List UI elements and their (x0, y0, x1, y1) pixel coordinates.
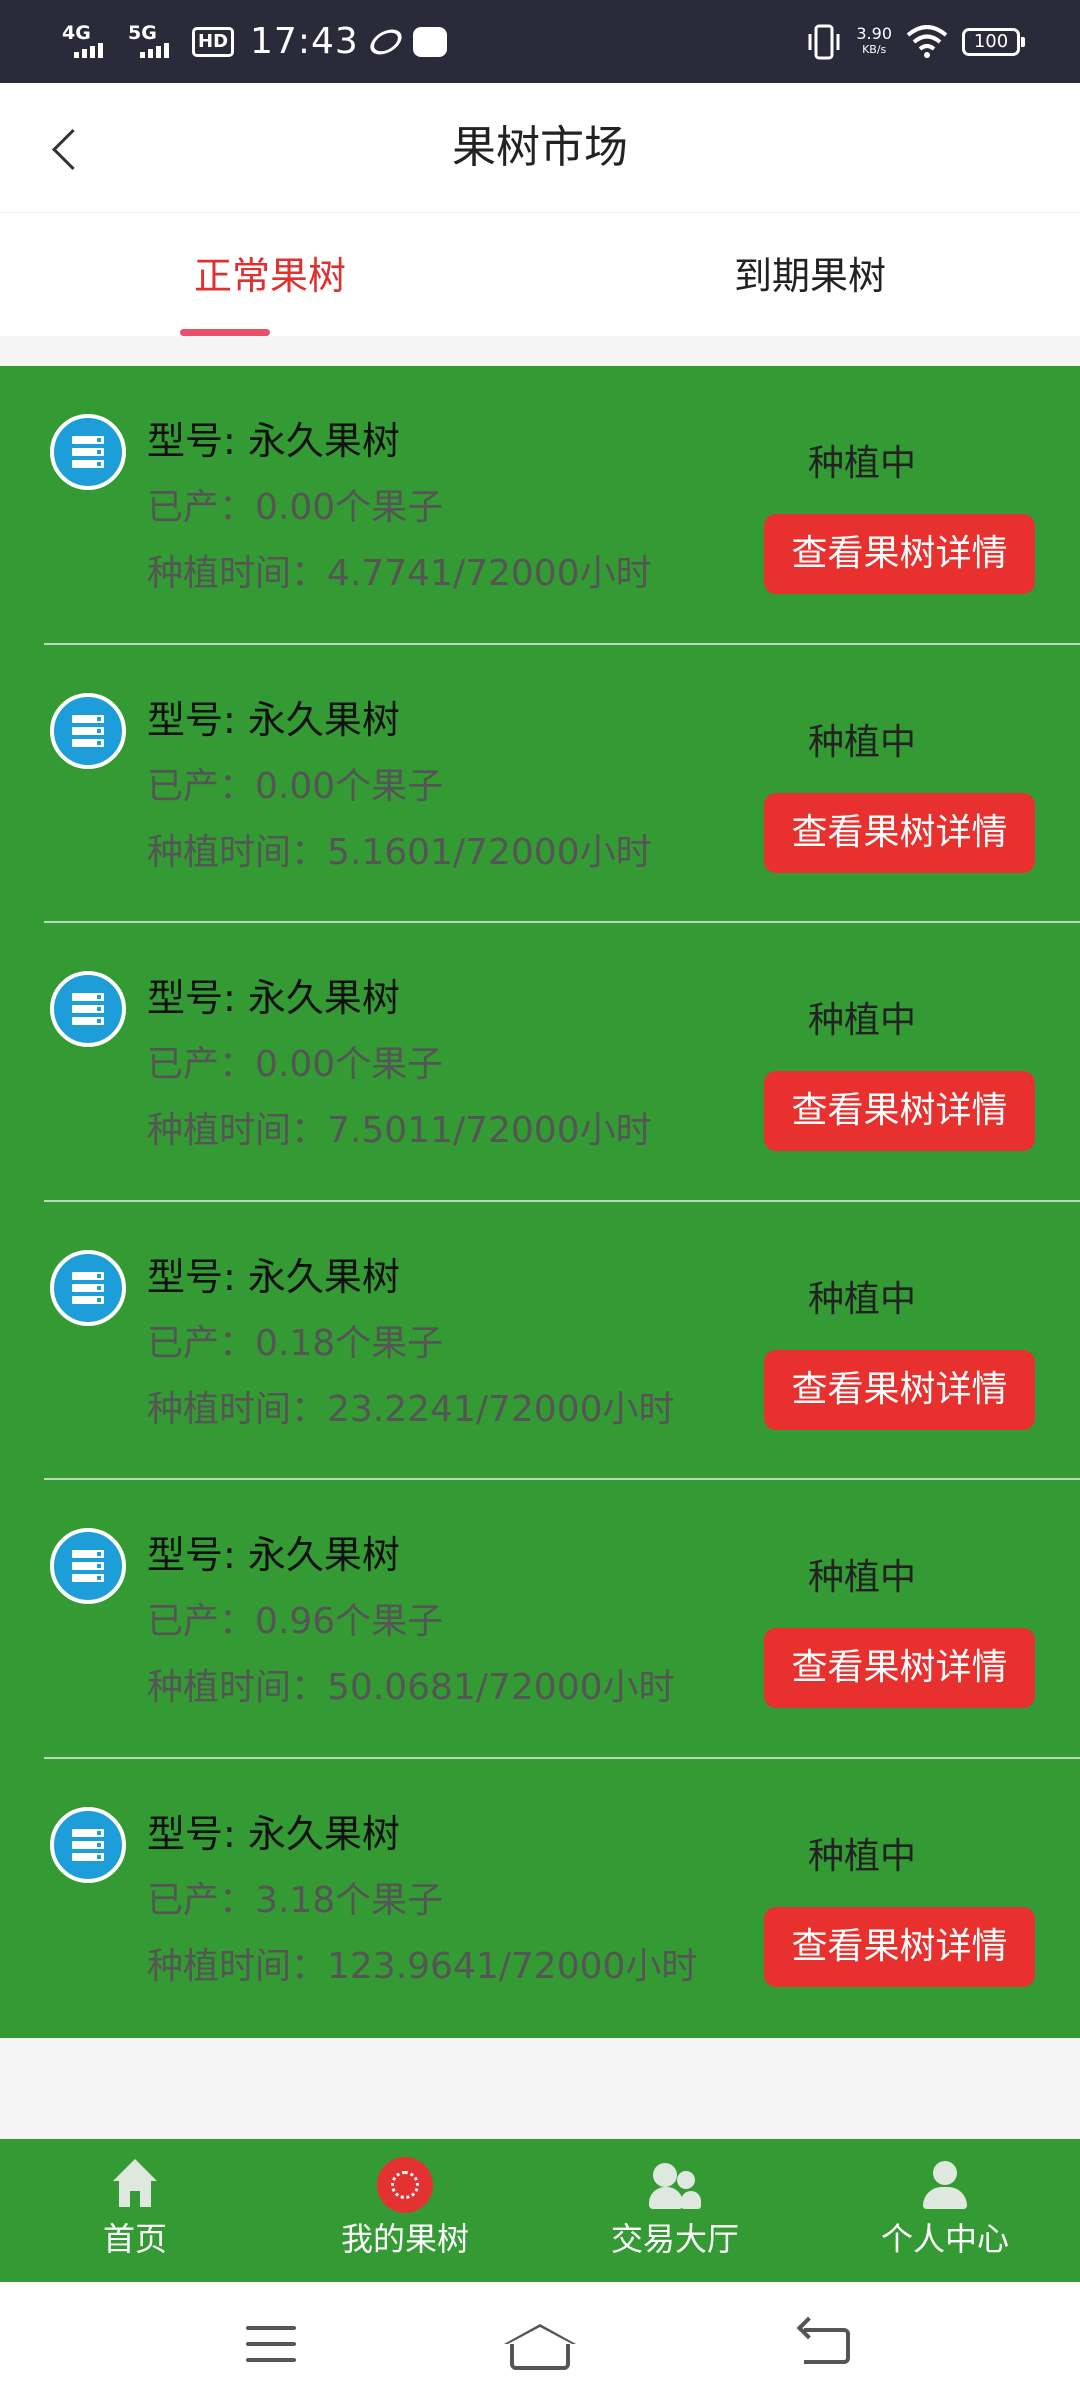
status-bar: 4G 5G HD 17:43 3.90 KB/s 100 (0, 0, 1080, 83)
tree-planting-time: 种植时间：7.5011/72000小时 (147, 1110, 652, 1152)
tree-produced: 已产：0.96个果子 (147, 1601, 444, 1643)
tree-list: 型号: 永久果树 已产：0.00个果子 种植时间：4.7741/72000小时 … (0, 366, 1080, 2038)
list-item: 型号: 永久果树 已产：0.00个果子 种植时间：4.7741/72000小时 … (0, 366, 1080, 645)
tree-model: 型号: 永久果树 (147, 976, 400, 1021)
battery-icon: 100 (962, 27, 1025, 56)
tree-produced: 已产：3.18个果子 (147, 1879, 444, 1921)
header: 果树市场 (0, 83, 1080, 213)
server-list-icon (50, 971, 126, 1048)
bottom-nav: 首页 我的果树 交易大厅 个人中心 (0, 2139, 1080, 2282)
trade-hall-icon (647, 2157, 703, 2213)
view-tree-details-button[interactable]: 查看果树详情 (764, 514, 1035, 594)
tree-produced: 已产：0.00个果子 (147, 765, 444, 807)
back-icon[interactable] (790, 2310, 870, 2380)
status-label: 种植中 (807, 1835, 916, 1877)
status-label: 种植中 (807, 721, 916, 763)
nav-label: 交易大厅 (610, 2220, 739, 2258)
tree-model: 型号: 永久果树 (147, 1533, 400, 1578)
clock: 17:43 (250, 21, 359, 62)
server-list-icon (50, 414, 126, 490)
hd-icon: HD (192, 26, 235, 57)
tab-label: 正常果树 (193, 254, 346, 298)
server-list-icon (50, 1806, 126, 1883)
network-label-4g: 4G (62, 21, 91, 44)
vibrate-icon (808, 24, 840, 59)
status-left: 4G 5G HD 17:43 (60, 0, 447, 83)
nav-label: 首页 (102, 2220, 167, 2258)
menu-icon[interactable] (232, 2310, 312, 2380)
tab-active-indicator (180, 329, 270, 336)
nav-my-trees[interactable]: 我的果树 (270, 2139, 540, 2282)
signal-4g-icon: 4G (60, 22, 116, 62)
tab-normal-trees[interactable]: 正常果树 (0, 213, 540, 336)
system-nav-bar (0, 2282, 1080, 2408)
status-label: 种植中 (807, 1000, 916, 1042)
home-icon (107, 2157, 163, 2213)
page-title: 果树市场 (452, 122, 628, 173)
app-notification-icon (365, 23, 406, 60)
nav-profile[interactable]: 个人中心 (810, 2139, 1080, 2282)
speed-unit: KB/s (862, 42, 887, 56)
nav-label: 我的果树 (340, 2220, 469, 2258)
signal-5g-icon: 5G (126, 22, 182, 62)
tree-produced: 已产：0.00个果子 (147, 487, 444, 528)
view-tree-details-button[interactable]: 查看果树详情 (764, 1628, 1035, 1709)
nav-trade-hall[interactable]: 交易大厅 (540, 2139, 810, 2282)
home-outline-icon[interactable] (500, 2310, 580, 2380)
page: 4G 5G HD 17:43 3.90 KB/s 100 果树市场 正常果树 到… (0, 0, 1080, 2408)
tree-planting-time: 种植时间：4.7741/72000小时 (147, 553, 652, 594)
tree-icon (377, 2157, 433, 2213)
tree-planting-time: 种植时间：123.9641/72000小时 (147, 1945, 698, 1987)
tree-planting-time: 种植时间：5.1601/72000小时 (147, 831, 652, 873)
tree-produced: 已产：0.00个果子 (147, 1044, 444, 1086)
list-item: 型号: 永久果树 已产：0.00个果子 种植时间：5.1601/72000小时 … (0, 645, 1080, 924)
status-label: 种植中 (807, 443, 916, 484)
view-tree-details-button[interactable]: 查看果树详情 (764, 1349, 1035, 1430)
status-label: 种植中 (807, 1557, 916, 1599)
list-item: 型号: 永久果树 已产：0.96个果子 种植时间：50.0681/72000小时… (0, 1480, 1080, 1759)
list-item: 型号: 永久果树 已产：0.00个果子 种植时间：7.5011/72000小时 … (0, 923, 1080, 1202)
view-tree-details-button[interactable]: 查看果树详情 (764, 1906, 1035, 1987)
status-label: 种植中 (807, 1278, 916, 1320)
server-list-icon (50, 1528, 126, 1605)
person-icon (917, 2157, 973, 2213)
view-tree-details-button[interactable]: 查看果树详情 (764, 792, 1035, 873)
view-tree-details-button[interactable]: 查看果树详情 (764, 1071, 1035, 1152)
tab-label: 到期果树 (733, 254, 886, 298)
tab-bar: 正常果树 到期果树 (0, 213, 1080, 336)
server-list-icon (50, 692, 126, 769)
server-list-icon (50, 1249, 126, 1326)
tree-model: 型号: 永久果树 (147, 1254, 400, 1299)
network-label-5g: 5G (128, 21, 157, 44)
list-item: 型号: 永久果树 已产：3.18个果子 种植时间：123.9641/72000小… (0, 1759, 1080, 2038)
tree-planting-time: 种植时间：50.0681/72000小时 (147, 1667, 675, 1709)
tree-model: 型号: 永久果树 (147, 419, 400, 463)
tree-planting-time: 种植时间：23.2241/72000小时 (147, 1388, 675, 1430)
nav-home[interactable]: 首页 (0, 2139, 270, 2282)
network-speed: 3.90 KB/s (856, 23, 892, 58)
tab-expired-trees[interactable]: 到期果树 (540, 213, 1080, 336)
message-notification-icon (412, 26, 447, 57)
wifi-icon (906, 24, 948, 58)
list-item: 型号: 永久果树 已产：0.18个果子 种植时间：23.2241/72000小时… (0, 1202, 1080, 1481)
status-right: 3.90 KB/s 100 (806, 0, 1025, 83)
tree-model: 型号: 永久果树 (147, 1811, 400, 1856)
tree-produced: 已产：0.18个果子 (147, 1322, 444, 1364)
tree-model: 型号: 永久果树 (147, 697, 400, 742)
nav-label: 个人中心 (880, 2220, 1009, 2258)
speed-value: 3.90 (856, 23, 892, 43)
